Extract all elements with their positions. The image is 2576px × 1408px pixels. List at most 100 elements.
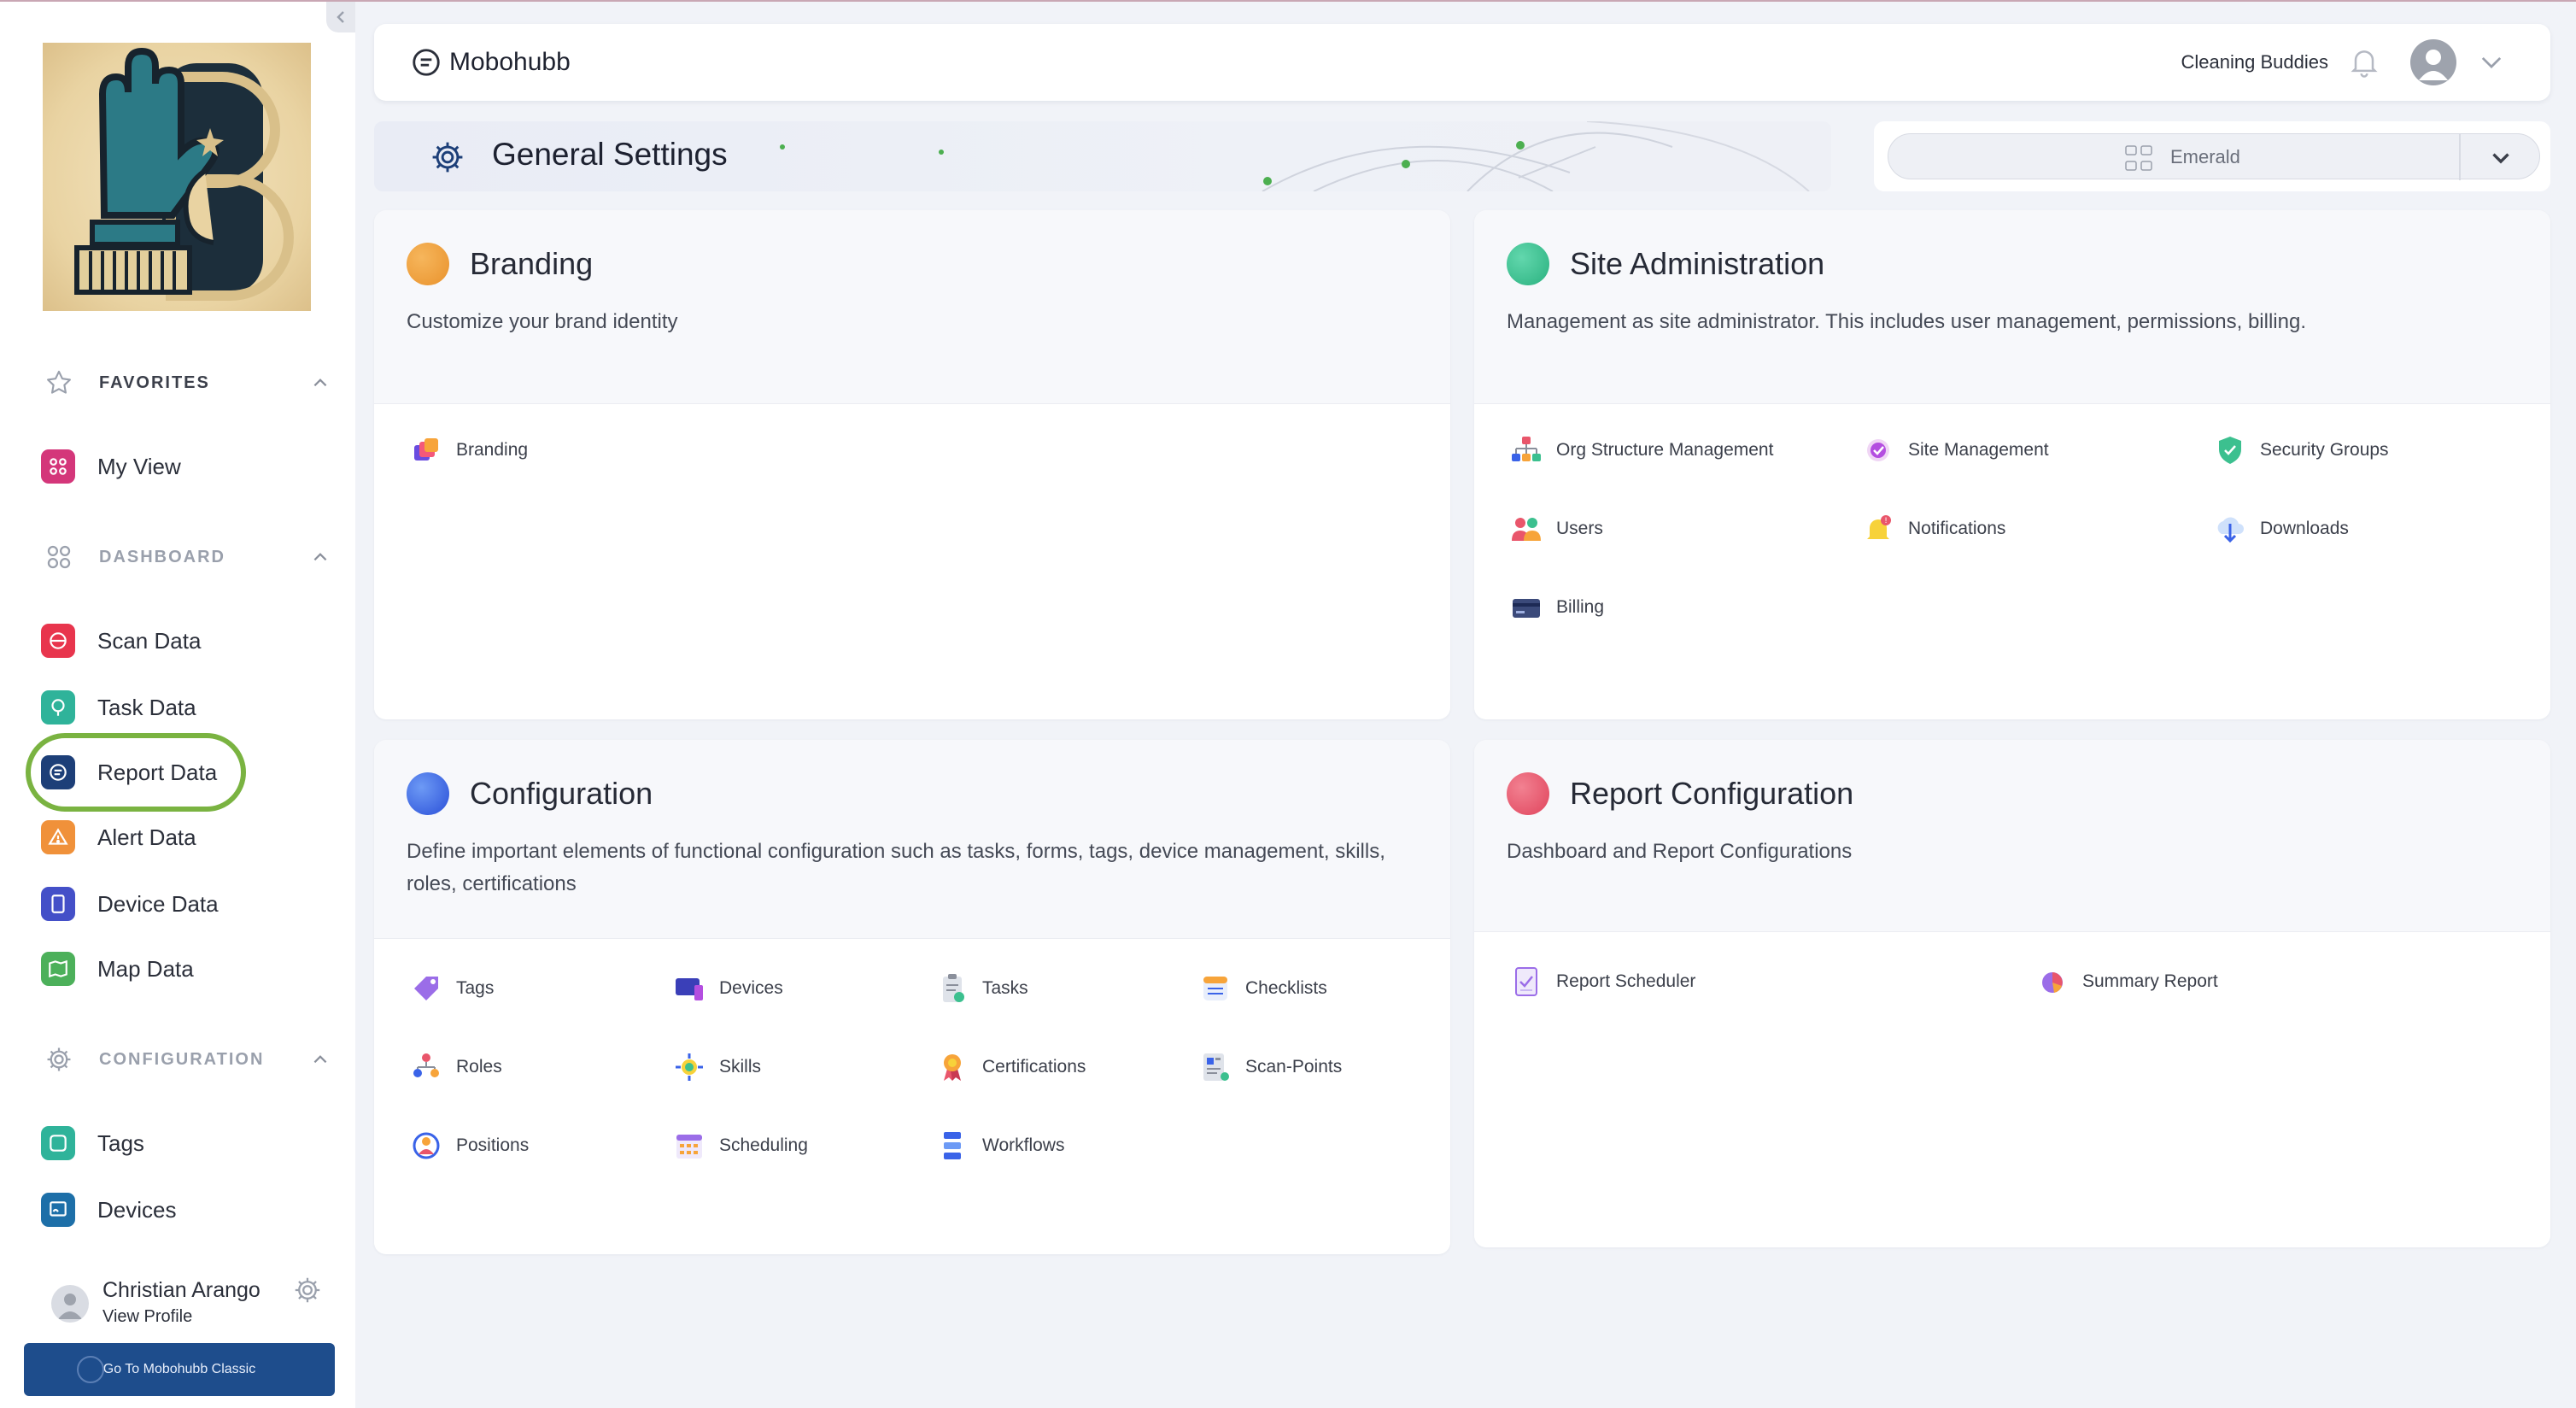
alert-icon [41, 820, 75, 854]
skills-link[interactable]: Skills [671, 1050, 761, 1084]
chevron-up-icon[interactable] [307, 370, 333, 396]
clipboard-icon [934, 971, 970, 1006]
top-header: Mobohubb Cleaning Buddies [374, 24, 2550, 101]
security-groups-link[interactable]: Security Groups [2212, 433, 2389, 467]
org-structure-icon [2122, 144, 2157, 172]
org-structure-management-link[interactable]: Org Structure Management [1508, 433, 1773, 467]
link-label: Security Groups [2260, 440, 2389, 460]
favorites-section-header[interactable]: FAVORITES [43, 366, 333, 400]
positions-icon [408, 1129, 444, 1163]
site-administration-card: Site Administration Management as site a… [1474, 210, 2550, 719]
report-scheduler-icon [1508, 965, 1544, 999]
task-icon [41, 690, 75, 725]
user-profile[interactable]: Christian Arango View Profile [51, 1275, 342, 1329]
chevron-down-icon[interactable] [2477, 48, 2506, 77]
sidebar-item-devices[interactable]: Devices [41, 1191, 297, 1229]
site-selector-value: Emerald [2170, 146, 2240, 167]
branding-link[interactable]: Branding [408, 433, 528, 467]
sidebar-item-tags[interactable]: Tags [41, 1124, 297, 1162]
card-description: Customize your brand identity [407, 310, 678, 333]
sidebar-item-task-data[interactable]: Task Data [41, 689, 297, 726]
users-link[interactable]: Users [1508, 512, 1603, 546]
organization-name[interactable]: Cleaning Buddies [2181, 51, 2328, 73]
shield-icon [2212, 433, 2248, 467]
notifications-link[interactable]: ! Notifications [1860, 512, 2005, 546]
scan-icon [41, 624, 75, 658]
page-title-bar: General Settings [374, 121, 1831, 191]
tablet-icon [41, 887, 75, 921]
sidebar-item-map-data[interactable]: Map Data [41, 950, 297, 988]
sidebar-item-my-view[interactable]: My View [41, 448, 297, 485]
report-config-dot-icon [1507, 772, 1549, 815]
sidebar: FAVORITES My View DASHBOARD Scan Data Ta… [0, 2, 355, 1408]
link-label: Certifications [982, 1057, 1086, 1077]
link-label: Tags [456, 978, 495, 998]
site-management-link[interactable]: Site Management [1860, 433, 2049, 467]
tags-link[interactable]: Tags [408, 971, 494, 1006]
link-label: Report Scheduler [1556, 971, 1696, 991]
configuration-section-header[interactable]: CONFIGURATION [43, 1042, 333, 1077]
app-name: Mobohubb [449, 48, 571, 76]
card-description: Dashboard and Report Configurations [1507, 840, 1853, 863]
summary-report-link[interactable]: Summary Report [2034, 965, 2218, 999]
devices-link[interactable]: Devices [671, 971, 783, 1006]
chevron-up-icon[interactable] [307, 544, 333, 570]
card-title: Configuration [470, 776, 653, 811]
chevron-down-icon[interactable] [2486, 143, 2515, 172]
card-body: Branding [374, 403, 1450, 719]
settings-gear-icon [429, 138, 466, 176]
link-label: Billing [1556, 597, 1605, 617]
classic-button-label: Go To Mobohubb Classic [102, 1362, 256, 1376]
link-label: Org Structure Management [1556, 440, 1774, 460]
positions-link[interactable]: Positions [408, 1129, 529, 1163]
avatar[interactable] [51, 1285, 89, 1323]
favorites-title: FAVORITES [99, 373, 210, 392]
avatar[interactable] [2410, 39, 2456, 85]
link-label: Summary Report [2082, 971, 2218, 991]
billing-link[interactable]: Billing [1508, 590, 1604, 625]
window-top-border [0, 0, 2576, 2]
site-management-icon [1860, 433, 1896, 467]
settings-gear-icon[interactable] [292, 1275, 326, 1309]
sidebar-collapse-button[interactable] [326, 2, 355, 32]
card-title: Site Administration [1570, 246, 1825, 281]
link-label: Downloads [2260, 519, 2349, 538]
mobohubb-icon [77, 1356, 104, 1383]
sidebar-item-label: Tags [97, 1129, 144, 1156]
link-label: Site Management [1908, 440, 2049, 460]
checklists-link[interactable]: Checklists [1197, 971, 1327, 1006]
certifications-link[interactable]: Certifications [934, 1050, 1086, 1084]
site-selector-dropdown[interactable]: Emerald [1888, 133, 2540, 180]
card-title: Report Configuration [1570, 776, 1854, 811]
bell-icon[interactable] [2347, 44, 2381, 79]
chevron-up-icon[interactable] [307, 1047, 333, 1072]
card-body: Report Scheduler Summary Report [1474, 931, 2550, 1247]
tasks-link[interactable]: Tasks [934, 971, 1028, 1006]
downloads-link[interactable]: Downloads [2212, 512, 2349, 546]
chevron-left-icon [337, 11, 344, 23]
scan-points-link[interactable]: Scan-Points [1197, 1050, 1342, 1084]
page-title: General Settings [492, 137, 728, 172]
branding-card: Branding Customize your brand identity B… [374, 210, 1450, 719]
gear-icon [43, 1043, 75, 1076]
scheduling-link[interactable]: Scheduling [671, 1129, 808, 1163]
sidebar-item-device-data[interactable]: Device Data [41, 885, 297, 923]
link-label: Checklists [1245, 978, 1327, 998]
roles-link[interactable]: Roles [408, 1050, 502, 1084]
skills-icon [671, 1050, 707, 1084]
sidebar-item-alert-data[interactable]: Alert Data [41, 818, 297, 856]
link-label: Tasks [982, 978, 1028, 998]
selector-divider [2459, 134, 2461, 180]
users-icon [1508, 512, 1544, 546]
site-admin-dot-icon [1507, 243, 1549, 285]
roles-icon [408, 1050, 444, 1084]
go-to-classic-button[interactable]: Go To Mobohubb Classic [24, 1343, 335, 1396]
sidebar-item-scan-data[interactable]: Scan Data [41, 622, 297, 660]
view-profile-link[interactable]: View Profile [102, 1307, 192, 1327]
report-scheduler-link[interactable]: Report Scheduler [1508, 965, 1695, 999]
link-label: Scan-Points [1245, 1057, 1343, 1077]
dashboard-section-header[interactable]: DASHBOARD [43, 540, 333, 574]
link-label: Skills [719, 1057, 762, 1077]
workflows-link[interactable]: Workflows [934, 1129, 1064, 1163]
highlight-annotation [26, 733, 246, 812]
